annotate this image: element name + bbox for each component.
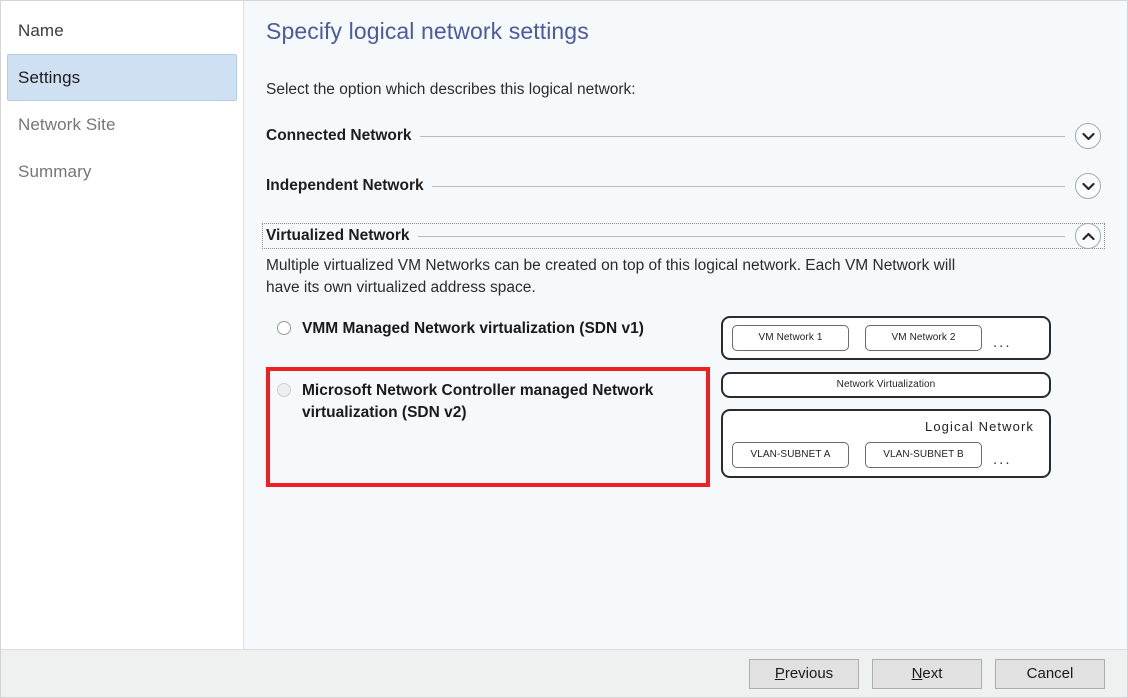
virtualization-options: VMM Managed Network virtualization (SDN … [266,315,1101,503]
virtualization-diagram: VM Network 1 VM Network 2 ... Network Vi… [721,315,1051,478]
radio-option-sdn-v2[interactable]: Microsoft Network Controller managed Net… [277,380,697,424]
next-button-accel: N [911,665,923,682]
chevron-up-icon[interactable] [1075,223,1101,249]
section-virtualized-network: Virtualized Network Multiple virtualized… [262,223,1105,503]
previous-button[interactable]: Previous [749,658,859,689]
radio-option-label: Microsoft Network Controller managed Net… [302,381,654,421]
sidebar-item-label: Network Site [18,114,116,134]
diagram-network-virtualization-bar: Network Virtualization [721,371,1051,398]
diagram-chip-row: VLAN-SUBNET A VLAN-SUBNET B ... [732,441,1040,468]
wizard-step-nav: Name Settings Network Site Summary [1,1,244,649]
section-divider-rule [431,185,1065,187]
section-title: Connected Network [266,127,412,144]
page-title: Specify logical network settings [266,18,589,44]
sidebar-item-summary[interactable]: Summary [7,148,237,195]
sidebar-item-label: Summary [18,161,92,181]
sidebar-item-network-site[interactable]: Network Site [7,101,237,148]
section-divider-rule [417,235,1065,237]
diagram-chip-vm-network-1: VM Network 1 [732,324,849,351]
section-independent-network: Independent Network [266,173,1101,199]
section-divider-rule [419,135,1065,137]
section-title: Independent Network [266,177,424,194]
previous-button-label: revious [784,665,834,682]
cancel-button-label: Cancel [1026,665,1074,682]
section-header-connected-network[interactable]: Connected Network [266,123,1101,149]
diagram-ellipsis: ... [993,333,1012,351]
next-button[interactable]: Next [872,658,982,689]
chevron-down-icon[interactable] [1075,173,1101,199]
next-button-label: ext [922,665,943,682]
intro-text: Select the option which describes this l… [266,81,636,98]
radio-button-icon[interactable] [277,382,291,397]
sidebar-item-label: Settings [18,67,81,87]
diagram-logical-network-container: Logical Network VLAN-SUBNET A VLAN-SUBNE… [721,408,1051,478]
sidebar-item-label: Name [18,20,64,40]
diagram-chip-vm-network-2: VM Network 2 [865,324,982,351]
diagram-chip-row: VM Network 1 VM Network 2 ... [723,318,1049,358]
wizard-body: Name Settings Network Site Summary Speci… [1,1,1127,649]
section-body-virtualized-network: Multiple virtualized VM Networks can be … [266,255,1101,503]
sidebar-item-name[interactable]: Name [7,7,237,54]
radio-button-icon[interactable] [277,320,291,335]
section-header-independent-network[interactable]: Independent Network [266,173,1101,199]
diagram-chip-vlan-subnet-b: VLAN-SUBNET B [865,441,982,468]
diagram-chip-vlan-subnet-a: VLAN-SUBNET A [732,441,849,468]
sidebar-item-settings[interactable]: Settings [7,54,237,101]
section-header-virtualized-network[interactable]: Virtualized Network [262,223,1105,249]
section-description: Multiple virtualized VM Networks can be … [266,257,956,297]
section-title: Virtualized Network [266,227,410,244]
wizard-footer: Previous Next Cancel [1,649,1127,697]
radio-option-sdn-v1[interactable]: VMM Managed Network virtualization (SDN … [277,318,697,340]
chevron-down-icon[interactable] [1075,123,1101,149]
radio-option-label: VMM Managed Network virtualization (SDN … [302,319,644,337]
diagram-logical-network-label: Logical Network [925,418,1034,434]
section-connected-network: Connected Network [266,123,1101,149]
previous-button-accel: P [774,665,785,682]
diagram-ellipsis: ... [993,450,1012,468]
diagram-vm-networks-container: VM Network 1 VM Network 2 ... [721,315,1051,360]
wizard-window: Name Settings Network Site Summary Speci… [0,0,1128,698]
cancel-button[interactable]: Cancel [995,658,1105,689]
wizard-content-pane: Specify logical network settings Select … [244,1,1127,649]
